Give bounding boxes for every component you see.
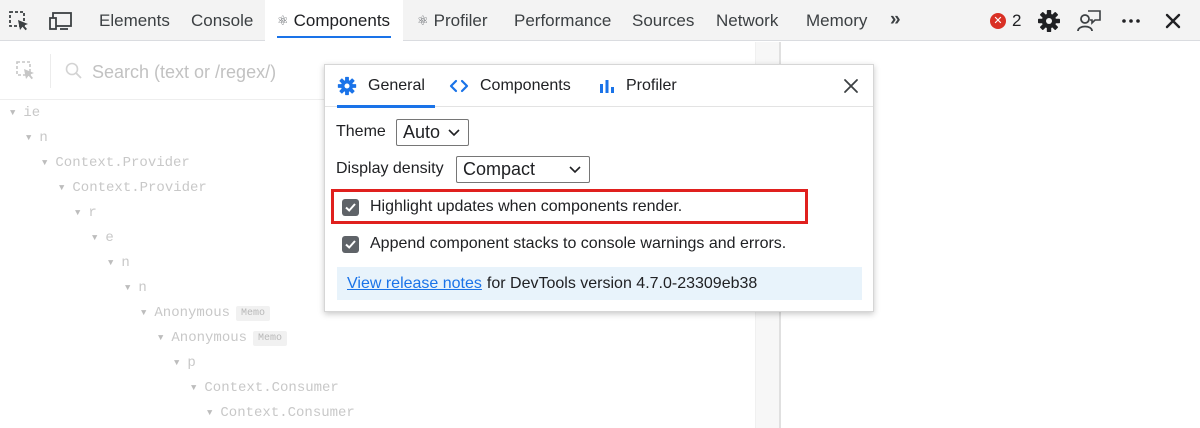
tree-node[interactable]: ▼ n [125, 277, 147, 299]
close-settings-button[interactable] [841, 76, 861, 96]
caret-down-icon: ▼ [207, 408, 213, 418]
code-brackets-icon [449, 79, 469, 93]
chevron-down-icon [569, 166, 581, 174]
caret-down-icon: ▼ [26, 133, 32, 143]
close-icon [844, 79, 858, 93]
append-stacks-option[interactable]: Append component stacks to console warni… [342, 235, 786, 253]
highlight-updates-option[interactable]: Highlight updates when components render… [342, 198, 682, 216]
theme-label: Theme [336, 123, 386, 140]
tree-node[interactable]: ▼ e [92, 227, 114, 249]
release-notes-link[interactable]: View release notes [347, 275, 482, 293]
caret-down-icon: ▼ [10, 108, 16, 118]
settings-tab-profiler[interactable]: Profiler [599, 65, 677, 107]
memo-badge: Memo [236, 305, 271, 321]
memo-badge: Memo [253, 330, 288, 346]
error-count: 2 [1012, 11, 1022, 30]
react-icon: ⚛ [277, 12, 289, 28]
tree-node[interactable]: ▼ r [75, 202, 97, 224]
tree-node[interactable]: ▼ Context.Consumer [207, 402, 355, 424]
settings-gear-icon[interactable] [1036, 8, 1062, 34]
tree-node[interactable]: ▼ p [174, 352, 196, 374]
caret-down-icon: ▼ [75, 208, 81, 218]
caret-down-icon: ▼ [42, 158, 48, 168]
tree-node[interactable]: ▼ Anonymous Memo [158, 327, 288, 349]
caret-down-icon: ▼ [191, 383, 197, 393]
tab-elements[interactable]: Elements [86, 0, 183, 41]
append-stacks-checkbox[interactable] [342, 235, 359, 253]
more-options-icon[interactable] [1118, 8, 1144, 34]
density-value: Compact [463, 159, 536, 179]
tab-performance[interactable]: Performance [501, 0, 624, 41]
tree-node[interactable]: ▼ Context.Consumer [191, 377, 339, 399]
tab-memory[interactable]: Memory [793, 0, 880, 41]
close-devtools-icon[interactable] [1160, 8, 1186, 34]
tab-sources[interactable]: Sources [619, 0, 707, 41]
feedback-icon[interactable] [1076, 8, 1102, 34]
tab-profiler[interactable]: ⚛ Profiler [404, 0, 501, 41]
settings-tabs: General Components Profiler [325, 65, 873, 108]
theme-value: Auto [403, 122, 441, 142]
tree-node[interactable]: ▼ n [26, 127, 48, 149]
checkmark-icon [345, 239, 356, 249]
inspect-element-icon[interactable] [6, 8, 32, 34]
append-stacks-label: Append component stacks to console warni… [370, 235, 787, 252]
caret-down-icon: ▼ [141, 308, 147, 318]
gear-icon [337, 76, 357, 96]
tab-console[interactable]: Console [178, 0, 266, 41]
caret-down-icon: ▼ [108, 258, 114, 268]
error-icon: ✕ [990, 13, 1006, 29]
chevron-down-icon [448, 129, 460, 137]
error-counter[interactable]: ✕ 2 [990, 11, 1021, 31]
bar-chart-icon [600, 80, 614, 93]
tab-components[interactable]: ⚛ Components [265, 0, 403, 41]
tree-node[interactable]: ▼ n [108, 252, 130, 274]
theme-select[interactable]: Auto [396, 119, 469, 146]
caret-down-icon: ▼ [59, 183, 65, 193]
react-icon: ⚛ [417, 12, 429, 28]
release-notes-bar: View release notes for DevTools version … [337, 267, 862, 300]
density-select[interactable]: Compact [456, 156, 590, 183]
search-divider [50, 54, 51, 88]
tree-node[interactable]: ▼ Anonymous Memo [141, 302, 271, 324]
tree-node[interactable]: ▼ Context.Provider [42, 152, 190, 174]
devtools-toolbar: Elements Console ⚛ Components ⚛ Profiler P… [0, 0, 1200, 41]
device-toolbar-icon[interactable] [48, 8, 74, 34]
settings-tab-general[interactable]: General [337, 65, 435, 108]
caret-down-icon: ▼ [158, 333, 164, 343]
select-element-icon[interactable] [14, 59, 38, 88]
search-icon [64, 61, 84, 86]
settings-tab-components[interactable]: Components [449, 65, 571, 107]
checkmark-icon [345, 202, 356, 212]
tree-node[interactable]: ▼ ie [10, 102, 40, 124]
caret-down-icon: ▼ [174, 358, 180, 368]
more-tabs-button[interactable]: » [890, 9, 900, 31]
density-label: Display density [336, 160, 444, 177]
highlight-updates-checkbox[interactable] [342, 198, 359, 216]
caret-down-icon: ▼ [125, 283, 131, 293]
tab-network[interactable]: Network [703, 0, 791, 41]
caret-down-icon: ▼ [92, 233, 98, 243]
highlight-updates-label: Highlight updates when components render… [370, 198, 683, 215]
devtools-version-text: for DevTools version 4.7.0-23309eb38 [486, 274, 758, 292]
tree-node[interactable]: ▼ Context.Provider [59, 177, 207, 199]
